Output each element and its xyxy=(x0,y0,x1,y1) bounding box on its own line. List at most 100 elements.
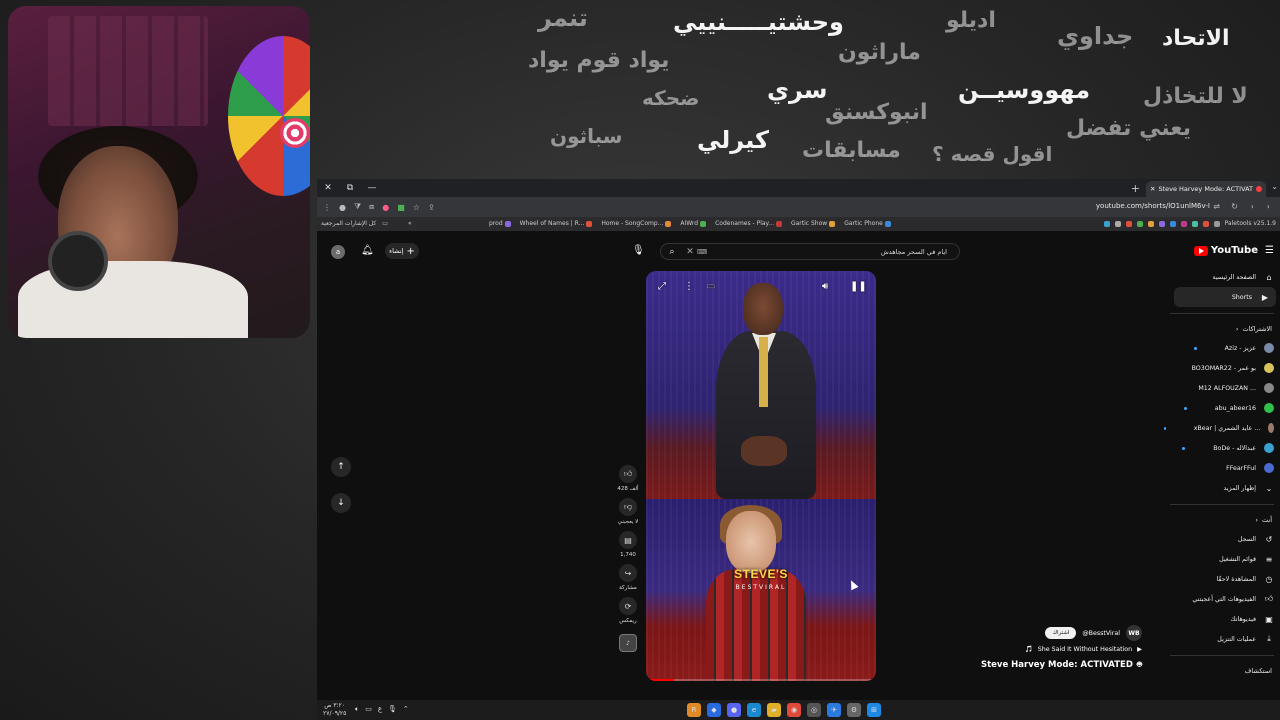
subscribe-button[interactable]: اشتراك xyxy=(1045,627,1077,639)
search-box[interactable]: ⌕ ✕ ⌨ ايام في السحر مجاهدش xyxy=(660,243,960,260)
search-input[interactable]: ايام في السحر مجاهدش xyxy=(707,248,959,256)
taskbar-app-icon[interactable]: ⚙ xyxy=(847,703,861,717)
sidebar-item-downloads[interactable]: عمليات التنزيل ⤓ xyxy=(1164,629,1280,649)
minimize-window-icon[interactable]: — xyxy=(361,183,383,193)
more-options-icon[interactable]: ⋮ xyxy=(684,281,694,292)
fullscreen-icon[interactable]: ⤢ xyxy=(658,281,666,292)
youtube-logo[interactable]: YouTube xyxy=(1193,245,1258,256)
sidebar-you-header[interactable]: › أنت xyxy=(1164,511,1280,529)
bookmark-favicon-icon[interactable] xyxy=(1125,220,1132,227)
bookmark-item[interactable]: Gartic Phone xyxy=(844,220,891,227)
extension-green-icon[interactable]: ■ xyxy=(397,203,405,212)
comments-button[interactable]: ▤ xyxy=(619,531,637,549)
bookmark-favicon-icon[interactable] xyxy=(1114,220,1121,227)
sidebar-subscription[interactable]: FFearFFul xyxy=(1164,458,1280,478)
like-button[interactable]: 👍︎ xyxy=(619,465,637,483)
account-avatar[interactable]: a xyxy=(331,245,345,259)
sidebar-item-your-videos[interactable]: فيديوهاتك ▣ xyxy=(1164,609,1280,629)
voice-search-icon[interactable]: 🎙︎ xyxy=(632,245,645,256)
clock[interactable]: ٣:٢٠ ص ٢٧/٠٩/٢٥ xyxy=(323,702,346,718)
taskbar-app-icon[interactable]: R xyxy=(687,703,701,717)
show-hidden-icons-icon[interactable]: ⌃ xyxy=(403,705,409,714)
channel-logo[interactable]: WB xyxy=(1126,625,1142,641)
bookmark-favicon-icon[interactable] xyxy=(1191,220,1198,227)
sidebar-item-history[interactable]: السجل ↺ xyxy=(1164,529,1280,549)
volume-tray-icon[interactable]: 🔈︎ xyxy=(355,705,359,714)
sidebar-item-playlists[interactable]: قوائم التشغيل ≡ xyxy=(1164,549,1280,569)
channel-handle[interactable]: @BesstViral xyxy=(1082,630,1120,637)
reload-icon[interactable]: ↻ xyxy=(1231,202,1238,211)
previous-short-button[interactable]: ↑ xyxy=(331,457,351,477)
bookmark-favicon-icon[interactable] xyxy=(1169,220,1176,227)
notifications-bell-icon[interactable]: 🔔︎ xyxy=(361,245,374,256)
extension-red-icon[interactable]: ● xyxy=(382,203,389,212)
mic-tray-icon[interactable]: 🎙︎ xyxy=(388,705,397,714)
sidebar-show-more[interactable]: إظهار المزيد ⌄ xyxy=(1164,478,1280,498)
next-short-button[interactable]: ↓ xyxy=(331,493,351,513)
windows-start-icon[interactable]: ⊞ xyxy=(867,703,881,717)
more-bookmarks-icon[interactable]: « xyxy=(408,220,412,227)
sidebar-subscription[interactable]: BoDe - عبدالاله xyxy=(1164,438,1280,458)
sidebar-item-shorts[interactable]: Shorts ▶ xyxy=(1174,287,1276,307)
taskbar-app-icon[interactable]: ◎ xyxy=(807,703,821,717)
bookmark-item[interactable]: prod xyxy=(489,220,511,227)
bookmark-favicon-icon[interactable] xyxy=(1158,220,1165,227)
sidebar-item-home[interactable]: الصفحة الرئيسية ⌂ xyxy=(1164,267,1280,287)
sidebar-subscriptions-header[interactable]: › الاشتراكات xyxy=(1164,320,1280,338)
taskbar-app-icon[interactable]: ● xyxy=(727,703,741,717)
extensions-icon[interactable]: ⧩ xyxy=(354,202,361,212)
taskbar-app-icon[interactable]: ▰ xyxy=(767,703,781,717)
video-progress[interactable] xyxy=(646,679,876,681)
bookmark-item[interactable]: Codenames - Play... xyxy=(715,220,782,227)
bookmark-favicon-icon[interactable] xyxy=(1103,220,1110,227)
language-indicator[interactable]: ع xyxy=(378,705,382,714)
sidebar-subscription[interactable]: abu_abeer16 xyxy=(1164,398,1280,418)
sidebar-subscription[interactable]: M12 ALFOUZAN ... xyxy=(1164,378,1280,398)
paletools-label[interactable]: Paletools v25.1.9 xyxy=(1225,220,1276,227)
dislike-button[interactable]: 👎︎ xyxy=(619,498,637,516)
sidebar-item-liked[interactable]: الفيديوهات التي أعجبتني 👍︎ xyxy=(1164,589,1280,609)
remix-button[interactable]: ⟳ xyxy=(619,597,637,615)
sidebar-subscription[interactable]: xBear | عايد الشمري ... xyxy=(1164,418,1280,438)
url-field[interactable]: youtube.com/shorts/lO1unlM6v-I xyxy=(1096,202,1210,210)
browser-tab[interactable]: ✕ Steve Harvey Mode: ACTIVAT xyxy=(1146,181,1266,197)
hamburger-menu-icon[interactable]: ☰ xyxy=(1265,245,1274,256)
close-window-icon[interactable]: ✕ xyxy=(317,183,339,193)
folder-icon[interactable]: ▭ xyxy=(382,220,388,227)
menu-dots-icon[interactable]: ⋮ xyxy=(323,203,331,212)
pause-icon[interactable]: ❚❚ xyxy=(850,281,867,292)
all-bookmarks-label[interactable]: كل الإشارات المرجعية xyxy=(321,220,376,227)
back-icon[interactable]: › xyxy=(1251,202,1254,211)
bookmark-item[interactable]: AIWrd xyxy=(680,220,707,227)
taskbar-app-icon[interactable]: e xyxy=(747,703,761,717)
clear-search-icon[interactable]: ✕ xyxy=(683,247,697,257)
bookmark-favicon-icon[interactable] xyxy=(1213,220,1220,227)
screenshot-icon[interactable]: ⧈ xyxy=(369,202,374,212)
bookmark-favicon-icon[interactable] xyxy=(1202,220,1209,227)
restore-window-icon[interactable]: ⧉ xyxy=(339,183,361,193)
search-icon[interactable]: ⌕ xyxy=(661,247,683,257)
profile-icon[interactable]: ● xyxy=(339,203,346,212)
bookmark-item[interactable]: Wheel of Names | R... xyxy=(520,220,593,227)
new-tab-icon[interactable]: + xyxy=(1131,182,1140,195)
create-button[interactable]: إنشاء + xyxy=(385,243,419,259)
captions-icon[interactable]: ▭ xyxy=(706,281,715,292)
taskbar-app-icon[interactable]: ✈ xyxy=(827,703,841,717)
bookmark-favicon-icon[interactable] xyxy=(1147,220,1154,227)
share-page-icon[interactable]: ⇪ xyxy=(428,203,435,212)
taskbar-app-icon[interactable]: ◆ xyxy=(707,703,721,717)
bookmark-item[interactable]: Gartic Show xyxy=(791,220,836,227)
forward-icon[interactable]: › xyxy=(1267,202,1270,211)
sidebar-item-watch-later[interactable]: المشاهدة لاحقًا ◷ xyxy=(1164,569,1280,589)
share-button[interactable]: ↪ xyxy=(619,564,637,582)
sound-thumbnail[interactable]: ♪ xyxy=(619,634,637,652)
sidebar-subscription[interactable]: Aziz - عزيز xyxy=(1164,338,1280,358)
taskbar-app-icon[interactable]: ◉ xyxy=(787,703,801,717)
volume-icon[interactable]: 🔊︎ xyxy=(822,281,828,292)
tab-close-icon[interactable]: ✕ xyxy=(1150,185,1155,193)
shorts-player[interactable]: STEVE'S BESTVIRAL ⤢ ⋮ ▭ 🔊︎ ❚❚ xyxy=(646,271,876,681)
bookmark-favicon-icon[interactable] xyxy=(1136,220,1143,227)
keyboard-icon[interactable]: ⌨ xyxy=(697,248,707,256)
sound-row[interactable]: 🎵︎ She Said It Without Hesitation ▶ xyxy=(1025,645,1142,654)
site-settings-icon[interactable]: ⇌ xyxy=(1213,202,1220,211)
